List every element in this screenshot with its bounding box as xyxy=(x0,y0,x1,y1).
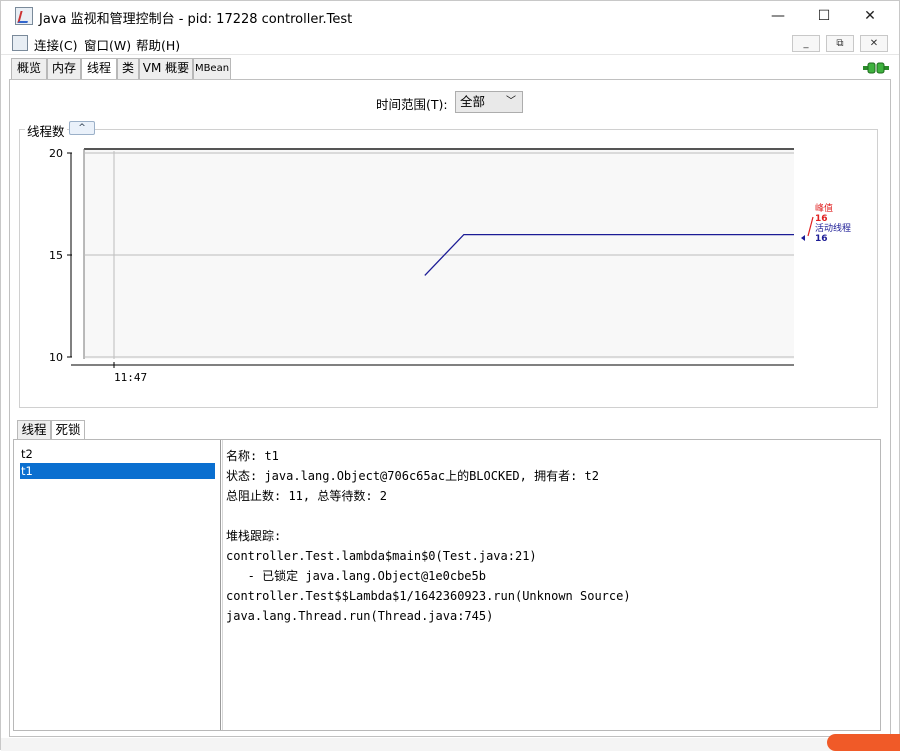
y-tick-label: 10 xyxy=(49,351,63,364)
minimize-button[interactable]: — xyxy=(755,1,801,31)
thread-list: t2 t1 xyxy=(14,440,218,730)
detail-line: 状态: java.lang.Object@706c65ac上的BLOCKED, … xyxy=(226,469,599,483)
tab-memory[interactable]: 内存 xyxy=(47,58,81,79)
tab-vm-summary[interactable]: VM 概要 xyxy=(139,58,193,79)
y-tick-label: 15 xyxy=(49,249,63,262)
x-tick-label: 11:47 xyxy=(114,371,147,384)
legend-peak-value: 16 xyxy=(815,214,828,224)
thread-count-chart: 10152011:47 峰值16活动线程16 xyxy=(49,147,851,384)
menu-window[interactable]: 窗口(W) xyxy=(84,35,131,54)
detail-line: 名称: t1 xyxy=(226,449,279,463)
connection-plug-icon xyxy=(863,62,889,74)
legend-peak-pointer xyxy=(807,216,814,237)
app-window: Java 监视和管理控制台 - pid: 17228 controller.Te… xyxy=(0,0,900,751)
collapse-icon: ^ xyxy=(78,123,86,133)
split-pane-divider[interactable] xyxy=(220,440,223,730)
maximize-button[interactable]: ☐ xyxy=(801,1,847,31)
deadlock-panel: t2 t1 名称: t1 状态: java.lang.Object@706c65a… xyxy=(13,439,881,731)
chevron-down-icon: ﹀ xyxy=(506,96,516,107)
detail-line: controller.Test$$Lambda$1/1642360923.run… xyxy=(226,589,631,603)
java-app-icon xyxy=(15,7,33,25)
thread-list-item-t2[interactable]: t2 xyxy=(20,446,215,462)
legend-peak-label: 峰值 xyxy=(815,202,833,214)
detail-line: - 已锁定 java.lang.Object@1e0cbe5b xyxy=(226,569,486,583)
legend-live-value: 16 xyxy=(815,234,828,244)
thread-detail-text: 名称: t1 状态: java.lang.Object@706c65ac上的BLO… xyxy=(226,446,876,626)
detail-line: 堆栈跟踪: xyxy=(226,529,282,543)
tab-deadlock[interactable]: 死锁 xyxy=(51,420,85,441)
chart-title: 线程数 xyxy=(25,121,67,140)
time-range-label: 时间范围(T): xyxy=(376,97,448,112)
chart-grid xyxy=(83,148,794,359)
tab-overview[interactable]: 概览 xyxy=(11,58,47,79)
menu-connect[interactable]: 连接(C) xyxy=(34,35,77,54)
background-badge xyxy=(827,734,900,751)
title-bar: Java 监视和管理控制台 - pid: 17228 controller.Te… xyxy=(1,1,899,31)
time-range-select[interactable]: 全部 ﹀ xyxy=(455,91,523,113)
y-tick-label: 20 xyxy=(49,147,63,160)
tab-classes[interactable]: 类 xyxy=(117,58,139,79)
detail-line xyxy=(226,506,876,526)
legend-live-label: 活动线程 xyxy=(815,222,851,234)
collapse-chart-button[interactable]: ^ xyxy=(69,121,95,135)
java-menu-icon[interactable] xyxy=(12,35,28,51)
time-range-value: 全部 xyxy=(460,94,486,109)
detail-line: controller.Test.lambda$main$0(Test.java:… xyxy=(226,549,537,563)
plot-area xyxy=(84,149,794,359)
chart-legend: 峰值16活动线程16 xyxy=(801,202,851,244)
menu-help[interactable]: 帮助(H) xyxy=(136,35,180,54)
close-button[interactable]: ✕ xyxy=(847,1,893,31)
background-strip xyxy=(1,738,900,751)
legend-live-marker-icon xyxy=(801,235,805,241)
tab-lower-threads[interactable]: 线程 xyxy=(17,420,51,440)
mdi-restore-button[interactable]: ⧉ xyxy=(826,35,854,52)
mdi-close-button[interactable]: ✕ xyxy=(860,35,888,52)
thread-list-item-t1[interactable]: t1 xyxy=(20,463,215,479)
mdi-minimize-button[interactable]: _ xyxy=(792,35,820,52)
tab-threads[interactable]: 线程 xyxy=(81,58,117,80)
menu-bar: 连接(C) 窗口(W) 帮助(H) _ ⧉ ✕ xyxy=(1,31,899,55)
tab-mbean[interactable]: MBean xyxy=(193,58,231,79)
window-title: Java 监视和管理控制台 - pid: 17228 controller.Te… xyxy=(39,12,353,27)
detail-line: java.lang.Thread.run(Thread.java:745) xyxy=(226,609,494,623)
detail-line: 总阻止数: 11, 总等待数: 2 xyxy=(226,489,388,503)
